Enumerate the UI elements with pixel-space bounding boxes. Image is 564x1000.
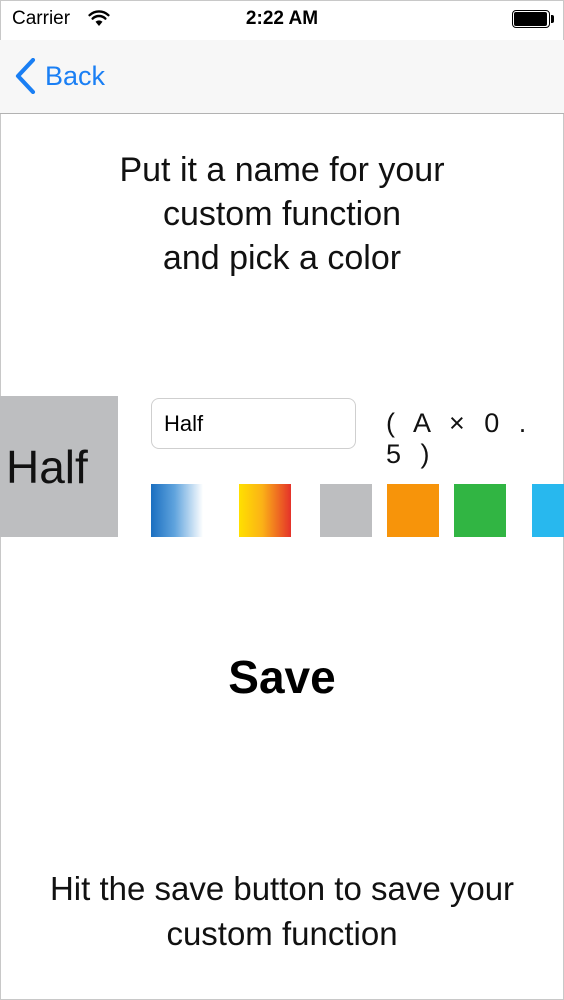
color-picker: [0, 484, 564, 537]
back-label: Back: [45, 60, 106, 91]
swatch-green[interactable]: [454, 484, 506, 537]
chevron-left-icon: [15, 58, 36, 94]
navigation-bar: Back: [0, 40, 564, 114]
save-button[interactable]: Save: [0, 650, 564, 704]
instructions-line: Put it a name for your: [119, 151, 445, 189]
swatch-light-blue[interactable]: [532, 484, 564, 537]
hint-line: custom function: [166, 915, 398, 952]
function-name-input[interactable]: [151, 398, 356, 449]
swatch-gray[interactable]: [320, 484, 372, 537]
status-bar: Carrier 2:22 AM: [0, 0, 564, 40]
battery-icon: [512, 10, 554, 28]
back-button[interactable]: Back: [14, 56, 105, 96]
hint-text: Hit the save button to save your custom …: [0, 866, 564, 956]
hint-line: Hit the save button to save your: [49, 870, 515, 907]
instructions-text: Put it a name for your custom function a…: [0, 148, 564, 280]
instructions-line: and pick a color: [162, 239, 402, 277]
clock: 2:22 AM: [245, 8, 319, 29]
formula-label: ( A × 0 . 5 ): [386, 408, 533, 469]
swatch-orange[interactable]: [387, 484, 439, 537]
instructions-line: custom function: [162, 195, 402, 233]
swatch-blue-gradient[interactable]: [151, 484, 203, 537]
swatch-yellow-red-gradient[interactable]: [239, 484, 291, 537]
